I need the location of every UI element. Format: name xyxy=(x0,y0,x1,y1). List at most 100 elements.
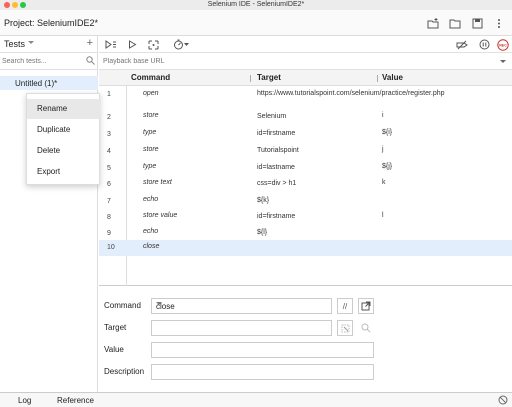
add-test-button[interactable]: + xyxy=(87,37,93,49)
row-target: Tutorialspoint xyxy=(257,147,299,154)
project-label: Project: xyxy=(4,18,35,28)
command-select[interactable]: close xyxy=(151,298,332,314)
speed-chevron-down-icon[interactable] xyxy=(183,38,189,51)
run-all-tests-icon[interactable] xyxy=(104,38,118,51)
column-separator xyxy=(377,75,378,82)
tests-sidebar: Tests + Untitled (1)* xyxy=(0,36,98,392)
row-command: type xyxy=(143,129,157,136)
row-value: ${i} xyxy=(382,129,393,136)
command-row[interactable]: 3 type id=firstname ${i} xyxy=(99,126,512,143)
row-command: echo xyxy=(143,196,159,203)
row-number: 5 xyxy=(107,165,111,172)
comment-toggle-button[interactable]: // xyxy=(337,298,353,314)
command-row[interactable]: 2 store Selenium i xyxy=(99,110,512,126)
command-label: Command xyxy=(104,301,141,310)
description-input[interactable] xyxy=(151,364,374,380)
value-input[interactable] xyxy=(151,342,374,358)
row-number: 2 xyxy=(107,114,111,121)
menu-item-rename[interactable]: Rename xyxy=(27,99,101,119)
find-target-icon[interactable] xyxy=(358,320,374,336)
command-grid: Command Target Value 1 open https://www.… xyxy=(99,70,512,286)
command-row[interactable]: 1 open https://www.tutorialspoint.com/se… xyxy=(99,88,512,108)
command-row[interactable]: 6 store text css=div > h1 k xyxy=(99,176,512,193)
command-row[interactable]: 4 store Tutorialspoint j xyxy=(99,143,512,160)
row-target: ${l} xyxy=(257,229,268,236)
search-tests-input[interactable] xyxy=(2,55,82,67)
row-number: 1 xyxy=(107,91,111,98)
more-options-icon[interactable] xyxy=(492,16,506,30)
base-url-chevron-down-icon[interactable] xyxy=(500,60,506,63)
project-name[interactable]: SeleniumIDE2* xyxy=(37,18,98,28)
base-url-bar xyxy=(99,53,512,70)
target-input[interactable] xyxy=(151,320,332,336)
select-target-icon[interactable] xyxy=(337,320,353,336)
chevron-down-icon xyxy=(156,302,162,305)
row-number: 6 xyxy=(107,181,111,188)
row-target: ${k} xyxy=(257,197,270,204)
window-titlebar: Selenium IDE - SeleniumIDE2* xyxy=(0,0,512,10)
row-command: type xyxy=(143,163,157,170)
row-command: echo xyxy=(143,228,159,235)
open-project-icon[interactable] xyxy=(448,16,462,30)
row-value: i xyxy=(382,112,384,119)
command-row[interactable]: 7 echo ${k} xyxy=(99,193,512,209)
row-command: store value xyxy=(143,212,178,219)
menu-item-export[interactable]: Export xyxy=(27,162,101,182)
tab-reference[interactable]: Reference xyxy=(57,396,94,405)
test-list-item[interactable]: Untitled (1)* xyxy=(0,76,98,90)
tab-log[interactable]: Log xyxy=(18,396,31,405)
search-tests-box xyxy=(0,53,98,70)
value-column-header: Value xyxy=(382,73,403,82)
tests-header: Tests + xyxy=(0,36,98,53)
row-number: 8 xyxy=(107,214,111,221)
row-number: 3 xyxy=(107,131,111,138)
clear-log-icon[interactable] xyxy=(498,395,508,407)
playback-toolbar: REC xyxy=(99,36,512,53)
command-row[interactable]: 9 echo ${l} xyxy=(99,225,512,241)
row-value: l xyxy=(382,212,384,219)
base-url-input[interactable] xyxy=(103,55,483,67)
row-command: store text xyxy=(143,179,172,186)
value-label: Value xyxy=(104,345,124,354)
row-command: store xyxy=(143,146,159,153)
record-button-label: REC xyxy=(499,43,507,47)
row-command: open xyxy=(143,90,159,97)
disable-breakpoints-icon[interactable] xyxy=(455,38,469,51)
new-project-icon[interactable] xyxy=(426,16,440,30)
test-context-menu: Rename Duplicate Delete Export xyxy=(26,93,101,185)
record-button[interactable]: REC xyxy=(496,38,510,51)
row-target: id=firstname xyxy=(257,130,296,137)
row-number: 7 xyxy=(107,198,111,205)
command-row[interactable]: 8 store value id=firstname l xyxy=(99,209,512,225)
row-value: ${j} xyxy=(382,163,393,170)
description-label: Description xyxy=(104,367,145,376)
row-value: k xyxy=(382,179,386,186)
bottom-panel-tabs: Log Reference xyxy=(0,392,512,407)
command-row[interactable]: 5 type id=lastname ${j} xyxy=(99,160,512,176)
column-separator xyxy=(250,75,251,82)
pause-on-exceptions-icon[interactable] xyxy=(477,38,491,51)
project-bar: Project: SeleniumIDE2* xyxy=(0,10,512,36)
row-target: id=firstname xyxy=(257,213,296,220)
menu-item-duplicate[interactable]: Duplicate xyxy=(27,120,101,140)
row-command: store xyxy=(143,112,159,119)
target-label: Target xyxy=(104,323,127,332)
menu-item-delete[interactable]: Delete xyxy=(27,141,101,161)
tests-dropdown-label[interactable]: Tests xyxy=(4,39,25,49)
row-number: 9 xyxy=(107,230,111,237)
save-project-icon[interactable] xyxy=(470,16,484,30)
row-command: close xyxy=(143,243,160,250)
search-icon xyxy=(86,56,95,67)
run-current-test-icon[interactable] xyxy=(125,38,139,51)
test-name: Untitled (1)* xyxy=(15,79,58,88)
row-target: id=lastname xyxy=(257,164,295,171)
row-target: css=div > h1 xyxy=(257,180,297,187)
chevron-down-icon[interactable] xyxy=(28,41,34,44)
step-over-icon[interactable] xyxy=(146,38,160,51)
grid-header: Command Target Value xyxy=(99,70,512,86)
command-row-selected[interactable]: 10 close xyxy=(99,240,512,256)
open-reference-icon[interactable] xyxy=(358,298,374,314)
window-title: Selenium IDE - SeleniumIDE2* xyxy=(207,1,305,8)
row-target: https://www.tutorialspoint.com/selenium/… xyxy=(257,90,445,97)
row-number: 10 xyxy=(107,244,115,251)
